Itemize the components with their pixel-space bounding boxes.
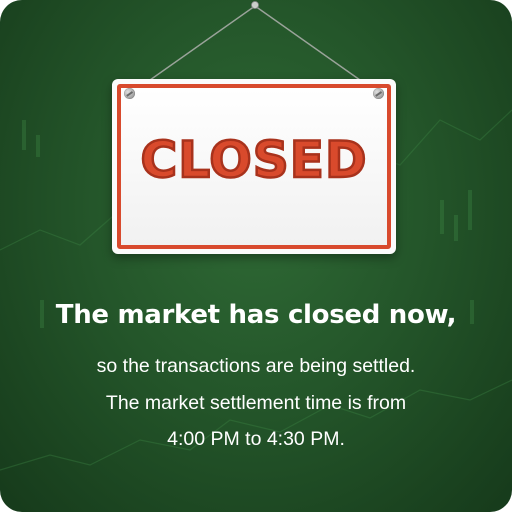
message-line: The market settlement time is from [105,392,407,414]
screw-icon [124,88,135,99]
headline: The market has closed now, [55,300,457,330]
message-line: so the transactions are being settled. [96,355,416,377]
market-closed-card: CLOSED The market has closed now, so the… [0,0,512,512]
screw-icon [373,88,384,99]
message-line: 4:00 PM to 4:30 PM. [167,428,345,450]
sign-word: CLOSED [139,131,368,189]
closed-sign: CLOSED [112,79,396,254]
